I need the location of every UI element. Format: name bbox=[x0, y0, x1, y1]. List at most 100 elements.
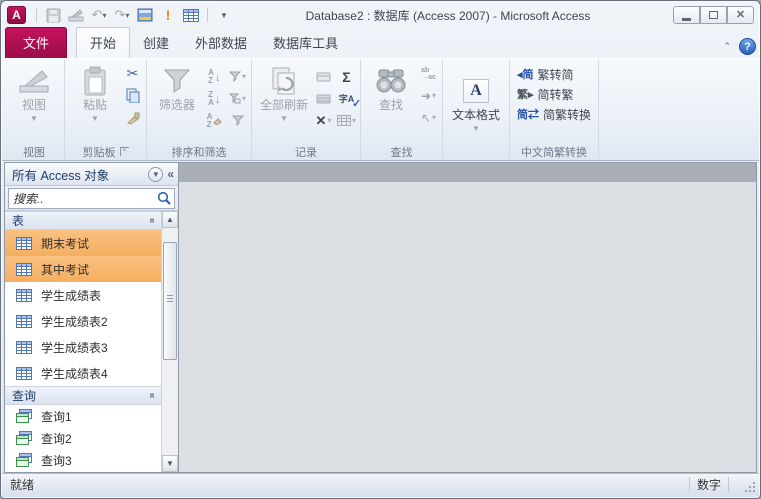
group-label-records: 记录 bbox=[295, 146, 317, 159]
group-views: 视图 ▼ 视图 bbox=[4, 60, 65, 160]
convert-icon: 简⇄ bbox=[517, 109, 540, 121]
scrollbar-thumb[interactable] bbox=[163, 242, 177, 360]
switch-windows-icon[interactable] bbox=[136, 6, 154, 24]
nav-item-table[interactable]: 学生成绩表 bbox=[5, 282, 161, 308]
filter-button[interactable]: 筛选器 bbox=[150, 61, 204, 113]
scroll-down-icon[interactable]: ▼ bbox=[162, 455, 178, 472]
traditional-to-simplified-button[interactable]: ◂简 繁转简 bbox=[513, 64, 578, 84]
remove-sort-icon[interactable]: AZ bbox=[205, 111, 224, 130]
divider bbox=[36, 8, 37, 22]
minimize-button[interactable] bbox=[673, 6, 700, 24]
nav-item-query[interactable]: 查询1 bbox=[5, 405, 161, 427]
format-painter-icon[interactable] bbox=[123, 108, 142, 127]
delete-icon[interactable]: ✕ ▾ bbox=[314, 111, 333, 130]
nav-pane-title: 所有 Access 对象 bbox=[12, 168, 110, 183]
nav-menu-icon[interactable]: ▼ bbox=[148, 166, 164, 182]
tab-create[interactable]: 创建 bbox=[130, 28, 182, 58]
resize-grip[interactable] bbox=[742, 479, 756, 493]
quick-access-toolbar: ↶ ▾ ↷ ▾ ! ▼ bbox=[34, 6, 233, 24]
selection-icon[interactable]: ▾ bbox=[228, 67, 247, 86]
group-records: 全部刷新 ▼ ✕ ▾ Σ 字A ✓ ▾ 记录 bbox=[252, 60, 361, 160]
text-format-button[interactable]: A 文本格式 ▼ bbox=[446, 71, 506, 133]
refresh-all-icon bbox=[271, 63, 297, 99]
design-view-icon[interactable] bbox=[67, 6, 85, 24]
scrollbar-track[interactable] bbox=[162, 228, 178, 455]
nav-item-table[interactable]: 期末考试 bbox=[5, 230, 161, 256]
group-label-find: 查找 bbox=[390, 146, 413, 159]
access-window: A ↶ ▾ ↷ ▾ ! ▼ Database2 : 数据库 (Access 2007… bbox=[0, 0, 761, 499]
ribbon-tabs: 文件 开始 创建 外部数据 数据库工具 ⌃ ? bbox=[1, 27, 760, 58]
redo-icon[interactable]: ↷ ▾ bbox=[113, 6, 131, 24]
toggle-filter-icon[interactable] bbox=[228, 111, 247, 130]
restore-button[interactable] bbox=[700, 6, 727, 24]
group-label-chinese: 中文简繁转换 bbox=[521, 146, 588, 159]
search-input[interactable] bbox=[9, 189, 174, 208]
cut-icon[interactable]: ✂ bbox=[123, 64, 142, 83]
undo-icon[interactable]: ↶ ▾ bbox=[90, 6, 108, 24]
sort-ascending-icon[interactable]: A Z ↓ bbox=[205, 67, 224, 86]
nav-item-query[interactable]: 查询2 bbox=[5, 427, 161, 449]
spelling-icon[interactable]: 字A ✓ bbox=[337, 89, 362, 110]
section-header-tables[interactable]: 表 « bbox=[5, 211, 161, 230]
group-find: 查找 ab →ac ➜ ▾ ↖ ▾ 查找 bbox=[361, 60, 444, 160]
find-button[interactable]: 查找 bbox=[364, 61, 418, 113]
simplified-to-traditional-button[interactable]: 繁▸ 简转繁 bbox=[513, 84, 578, 104]
collapse-ribbon-icon[interactable]: ⌃ bbox=[723, 41, 739, 58]
help-icon[interactable]: ? bbox=[739, 38, 756, 55]
convert-button[interactable]: 简⇄ 简繁转换 bbox=[513, 104, 595, 124]
table-icon bbox=[16, 340, 32, 354]
tab-external-data[interactable]: 外部数据 bbox=[182, 28, 260, 58]
search-icon[interactable] bbox=[157, 191, 172, 206]
views-button[interactable]: 视图 ▼ bbox=[7, 61, 61, 123]
nav-scrollbar[interactable]: ▲ ▼ bbox=[161, 211, 178, 472]
nav-item-table[interactable]: 学生成绩表4 bbox=[5, 360, 161, 386]
save-icon[interactable] bbox=[44, 6, 62, 24]
select-icon[interactable]: ↖ ▾ bbox=[419, 108, 438, 127]
nav-item-table[interactable]: 学生成绩表2 bbox=[5, 308, 161, 334]
save-record-icon[interactable] bbox=[314, 89, 333, 108]
goto-icon[interactable]: ➜ ▾ bbox=[419, 86, 438, 105]
nav-object-list: 表 « 期末考试 其中考试 学生成绩表 学生成绩表2 学生成绩表3 学生成绩表4… bbox=[5, 211, 178, 472]
tab-home[interactable]: 开始 bbox=[76, 27, 131, 58]
font-icon: A bbox=[463, 73, 490, 109]
ribbon: 视图 ▼ 视图 粘贴 ▼ ✂ 剪贴板 ↘ 筛选器 A Z ↓ Z A ↓ A Z… bbox=[2, 58, 759, 161]
run-icon[interactable]: ! bbox=[159, 6, 177, 24]
advanced-filter-icon[interactable]: ▾ bbox=[228, 89, 247, 108]
trad-to-simp-icon: ◂简 bbox=[517, 69, 534, 81]
divider bbox=[207, 8, 208, 22]
nav-item-table[interactable]: 其中考试 bbox=[5, 256, 161, 282]
sort-descending-icon[interactable]: Z A ↓ bbox=[205, 89, 224, 108]
more-records-icon[interactable]: ▾ bbox=[337, 111, 356, 130]
nav-pane-header[interactable]: 所有 Access 对象 ▼ « bbox=[5, 163, 178, 186]
datasheet-icon[interactable] bbox=[182, 6, 200, 24]
totals-icon[interactable]: Σ bbox=[337, 67, 356, 86]
copy-icon[interactable] bbox=[123, 86, 142, 105]
table-icon bbox=[16, 236, 32, 250]
scroll-up-icon[interactable]: ▲ bbox=[162, 211, 178, 228]
close-button[interactable]: ✕ bbox=[727, 6, 754, 24]
replace-icon[interactable]: ab →ac bbox=[419, 64, 438, 83]
access-logo-icon[interactable]: A bbox=[7, 6, 26, 24]
tab-file[interactable]: 文件 bbox=[5, 27, 68, 58]
shutter-bar-icon[interactable]: « bbox=[167, 167, 174, 181]
status-text: 就绪 bbox=[10, 477, 35, 492]
chevron-down-icon: ▼ bbox=[91, 113, 99, 123]
simp-to-trad-icon: 繁▸ bbox=[517, 89, 534, 101]
chevron-down-icon: ▼ bbox=[472, 123, 480, 133]
divider bbox=[688, 476, 690, 492]
nav-item-query[interactable]: 查询3 bbox=[5, 449, 161, 471]
nav-item-table[interactable]: 学生成绩表3 bbox=[5, 334, 161, 360]
query-icon bbox=[16, 453, 32, 467]
chevron-down-icon: ▼ bbox=[30, 113, 38, 123]
dialog-launcher-icon[interactable] bbox=[119, 145, 129, 156]
search-row bbox=[5, 186, 178, 211]
divider bbox=[728, 476, 729, 492]
paste-button[interactable]: 粘贴 ▼ bbox=[68, 61, 122, 123]
customize-quick-access-icon[interactable]: ▼ bbox=[215, 6, 233, 24]
tab-database-tools[interactable]: 数据库工具 bbox=[260, 28, 351, 58]
new-record-icon[interactable] bbox=[314, 67, 333, 86]
refresh-all-button[interactable]: 全部刷新 ▼ bbox=[255, 61, 313, 123]
group-label-sort-filter: 排序和筛选 bbox=[171, 146, 227, 159]
design-view-icon bbox=[18, 63, 50, 99]
section-header-queries[interactable]: 查询 « bbox=[5, 386, 161, 405]
